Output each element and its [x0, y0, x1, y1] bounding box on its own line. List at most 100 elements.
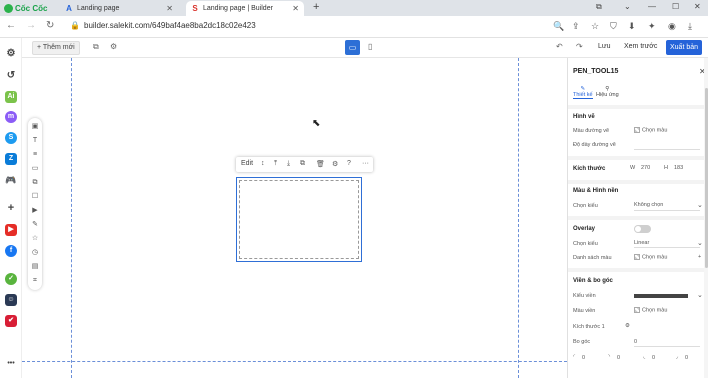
- mobile-view-button[interactable]: ▯: [368, 42, 372, 51]
- border-style-select[interactable]: [634, 294, 688, 298]
- stroke-width-input[interactable]: [634, 149, 700, 150]
- stroke-width-label: Độ dày đường vẽ: [573, 142, 616, 148]
- preview-button[interactable]: Xem trước: [624, 43, 657, 50]
- stroke-color-picker[interactable]: Chọn màu: [634, 127, 667, 133]
- avatar-app-icon[interactable]: ☺: [5, 294, 17, 306]
- selected-pen-element[interactable]: [236, 177, 362, 262]
- skype-icon[interactable]: S: [5, 132, 17, 144]
- color-list-picker[interactable]: Chọn màu: [634, 254, 667, 260]
- send-backward-icon[interactable]: ⤓: [287, 160, 290, 168]
- move-up-icon[interactable]: ↕: [261, 160, 265, 167]
- paragraph-tool-icon[interactable]: ≡: [31, 151, 39, 159]
- download-video-icon[interactable]: ⬇: [628, 21, 636, 32]
- corner-top-left-input[interactable]: 0: [582, 355, 585, 361]
- messenger-icon[interactable]: m: [5, 111, 17, 123]
- gallery-tool-icon[interactable]: ⧉: [31, 179, 39, 187]
- duplicate-icon[interactable]: ⧉: [300, 160, 305, 168]
- tab-effects[interactable]: ⚲ Hiệu ứng: [596, 86, 619, 98]
- close-tab-icon[interactable]: ✕: [292, 4, 299, 13]
- chevron-down-icon[interactable]: ⌄: [697, 201, 703, 209]
- settings-icon[interactable]: ⚙: [5, 48, 17, 60]
- tab-landing-page[interactable]: A Landing page ✕: [60, 1, 178, 16]
- tab-design[interactable]: ✎ Thiết kế: [573, 86, 593, 99]
- help-icon[interactable]: ?: [347, 160, 351, 167]
- redo-icon[interactable]: ↷: [576, 42, 583, 51]
- browser-logo[interactable]: Cốc Cốc: [4, 2, 47, 14]
- corner-top-right-input[interactable]: 0: [617, 355, 620, 361]
- overlay-type-label: Chọn kiểu: [573, 241, 598, 247]
- back-icon[interactable]: ←: [6, 20, 16, 31]
- reload-icon[interactable]: ↻: [46, 20, 54, 31]
- shield-icon[interactable]: ⛉: [610, 21, 617, 32]
- pip-icon[interactable]: ⧉: [596, 2, 602, 12]
- bookmark-star-icon[interactable]: ☆: [591, 21, 599, 32]
- timer-tool-icon[interactable]: ◷: [31, 249, 39, 257]
- history-icon[interactable]: ↺: [5, 70, 17, 82]
- extension-app-icon[interactable]: ✓: [5, 273, 17, 285]
- more-icon[interactable]: ···: [362, 160, 369, 167]
- section-color-bg: Màu & Hình nền: [573, 188, 619, 194]
- star-tool-icon[interactable]: ☆: [31, 235, 39, 243]
- image-tool-icon[interactable]: ▣: [31, 123, 39, 131]
- form-tool-icon[interactable]: ☐: [31, 193, 39, 201]
- bg-type-select[interactable]: Không chọn: [634, 202, 663, 208]
- search-icon[interactable]: 🔍: [553, 21, 564, 32]
- overlay-type-select[interactable]: Linear: [634, 240, 649, 246]
- maximize-icon[interactable]: ☐: [672, 2, 679, 11]
- share-icon[interactable]: ⇪: [572, 21, 580, 32]
- corner-bottom-right-input[interactable]: 0: [685, 355, 688, 361]
- add-new-button[interactable]: + Thêm mới: [32, 41, 80, 55]
- panel-scrollbar[interactable]: [704, 58, 708, 378]
- video-tool-icon[interactable]: ▶: [31, 207, 39, 215]
- publish-button[interactable]: Xuất bản: [666, 40, 702, 55]
- new-tab-button[interactable]: +: [313, 1, 319, 13]
- chevron-down-icon[interactable]: ⌄: [697, 239, 703, 247]
- height-input[interactable]: 183: [674, 165, 683, 171]
- pen-tool-icon[interactable]: ✎: [31, 221, 39, 229]
- text-tool-icon[interactable]: T: [31, 137, 39, 145]
- edit-element-button[interactable]: Edit: [241, 160, 253, 167]
- extensions-icon[interactable]: ✦: [648, 21, 656, 32]
- add-app-icon[interactable]: +: [5, 202, 17, 214]
- lock-icon[interactable]: 🔒: [70, 21, 80, 30]
- frame-tool-icon[interactable]: ⌗: [31, 277, 39, 285]
- tab-builder[interactable]: S Landing page | Builder ✕: [186, 1, 304, 16]
- desktop-view-button[interactable]: ▭: [345, 40, 360, 55]
- chevron-down-icon[interactable]: ⌄: [624, 2, 631, 11]
- facebook-icon[interactable]: f: [5, 245, 17, 257]
- section-tool-icon[interactable]: ▤: [31, 263, 39, 271]
- border-color-picker[interactable]: Chọn màu: [634, 307, 667, 313]
- minimize-icon[interactable]: —: [648, 2, 656, 11]
- corner-bottom-left-input[interactable]: 0: [652, 355, 655, 361]
- button-tool-icon[interactable]: ▭: [31, 165, 39, 173]
- zalo-icon[interactable]: Z: [5, 153, 17, 165]
- downloads-icon[interactable]: ⤓: [688, 21, 692, 32]
- gear-icon[interactable]: ⚙: [110, 42, 117, 51]
- ai-app-icon[interactable]: Ai: [5, 91, 17, 103]
- chevron-down-icon[interactable]: ⌄: [697, 291, 703, 299]
- delete-icon[interactable]: 🗑: [316, 160, 325, 168]
- close-window-icon[interactable]: ✕: [694, 2, 701, 11]
- url-field[interactable]: builder.salekit.com/649baf4ae8ba2dc18c02…: [84, 21, 256, 30]
- close-tab-icon[interactable]: ✕: [166, 4, 173, 13]
- color-swatch-icon: [634, 307, 640, 313]
- corner-bottom-right-icon: ◞: [676, 354, 679, 360]
- input-underline: [634, 346, 700, 347]
- element-name: PEN_TOOL15: [573, 68, 619, 75]
- add-color-icon[interactable]: +: [698, 254, 701, 260]
- forward-icon[interactable]: →: [26, 20, 36, 31]
- radius-input[interactable]: 0: [634, 339, 637, 345]
- gear-icon[interactable]: ⚙: [332, 160, 338, 168]
- gear-icon[interactable]: ⚙: [625, 323, 630, 329]
- game-icon[interactable]: 🎮: [5, 174, 17, 186]
- todo-app-icon[interactable]: ✔: [5, 315, 17, 327]
- profile-icon[interactable]: ◉: [668, 21, 676, 32]
- overlay-toggle[interactable]: [634, 225, 651, 233]
- youtube-icon[interactable]: ▶: [5, 224, 17, 236]
- undo-icon[interactable]: ↶: [556, 42, 563, 51]
- more-options-icon[interactable]: •••: [5, 358, 17, 370]
- bring-forward-icon[interactable]: ⤒: [274, 160, 277, 168]
- save-button[interactable]: Lưu: [598, 43, 610, 50]
- layers-icon[interactable]: ⧉: [93, 42, 99, 52]
- width-input[interactable]: 270: [641, 165, 650, 171]
